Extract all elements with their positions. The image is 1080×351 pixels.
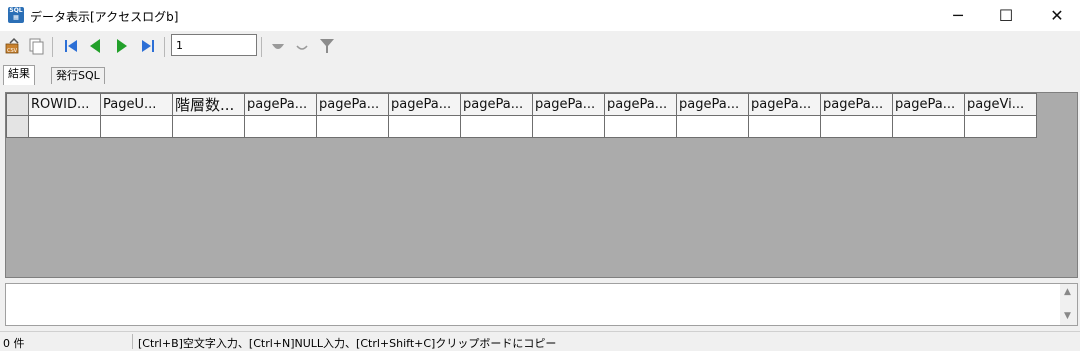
table-cell[interactable] <box>964 115 1037 138</box>
table-cell[interactable] <box>748 115 821 138</box>
scroll-down-icon[interactable]: ▼ <box>1064 311 1071 321</box>
window-title: データ表示[アクセスログb] <box>30 10 179 24</box>
column-header[interactable]: pageVi... <box>964 93 1037 116</box>
table-cell[interactable] <box>460 115 533 138</box>
previous-record-icon[interactable] <box>86 37 104 55</box>
toolbar-separator <box>164 37 165 57</box>
maximize-button[interactable]: ☐ <box>983 0 1029 31</box>
table-cell[interactable] <box>532 115 605 138</box>
shortcut-hint: [Ctrl+B]空文字入力、[Ctrl+N]NULL入力、[Ctrl+Shift… <box>138 337 557 350</box>
toolbar-separator <box>52 37 53 57</box>
row-header-cell[interactable] <box>6 115 29 138</box>
first-record-icon[interactable] <box>62 37 80 55</box>
next-record-icon[interactable] <box>113 37 131 55</box>
column-header[interactable]: pagePa... <box>532 93 605 116</box>
column-header[interactable]: pagePa... <box>748 93 821 116</box>
svg-text:CSV: CSV <box>7 48 18 54</box>
scroll-up-icon[interactable]: ▲ <box>1064 287 1071 297</box>
minimize-button[interactable]: ─ <box>935 0 981 31</box>
tab-issued-sql[interactable]: 発行SQL <box>51 67 105 84</box>
column-header[interactable]: pagePa... <box>316 93 389 116</box>
sort-descending-icon[interactable] <box>293 37 311 55</box>
column-header[interactable]: pagePa... <box>820 93 893 116</box>
table-cell[interactable] <box>244 115 317 138</box>
record-count: 0 件 <box>3 337 25 350</box>
memo-scrollbar[interactable]: ▲ ▼ <box>1060 284 1077 325</box>
grid-corner-cell[interactable] <box>6 93 29 116</box>
toolbar: CSV <box>0 31 1080 62</box>
last-record-icon[interactable] <box>139 37 157 55</box>
header-row: ROWID... PageU... 階層数... pagePa... pageP… <box>6 93 1037 116</box>
table-cell[interactable] <box>172 115 245 138</box>
close-button[interactable]: ✕ <box>1034 0 1080 31</box>
value-memo[interactable]: ▲ ▼ <box>5 283 1078 326</box>
filter-icon[interactable] <box>318 37 336 55</box>
tab-results[interactable]: 結果 <box>3 65 35 85</box>
tab-bar: 結果 発行SQL <box>0 65 1080 85</box>
column-header[interactable]: pagePa... <box>892 93 965 116</box>
title-bar: SQL ▦ データ表示[アクセスログb] ─ ☐ ✕ <box>0 0 1080 31</box>
data-grid[interactable]: ROWID... PageU... 階層数... pagePa... pageP… <box>5 92 1078 278</box>
toolbar-separator <box>261 37 262 57</box>
results-table: ROWID... PageU... 階層数... pagePa... pageP… <box>6 93 1037 138</box>
sort-ascending-icon[interactable] <box>269 37 287 55</box>
table-cell[interactable] <box>388 115 461 138</box>
column-header[interactable]: pagePa... <box>244 93 317 116</box>
column-header[interactable]: pagePa... <box>604 93 677 116</box>
copy-icon[interactable] <box>27 37 45 55</box>
table-row[interactable] <box>6 115 1037 138</box>
record-number-input[interactable] <box>171 34 257 56</box>
table-cell[interactable] <box>892 115 965 138</box>
table-cell[interactable] <box>100 115 173 138</box>
status-separator <box>132 334 133 349</box>
table-cell[interactable] <box>676 115 749 138</box>
column-header[interactable]: PageU... <box>100 93 173 116</box>
sql-app-icon: SQL ▦ <box>8 7 24 23</box>
status-bar: 0 件 [Ctrl+B]空文字入力、[Ctrl+N]NULL入力、[Ctrl+S… <box>0 331 1080 351</box>
column-header[interactable]: pagePa... <box>676 93 749 116</box>
export-csv-icon[interactable]: CSV <box>4 37 22 55</box>
column-header[interactable]: ROWID... <box>28 93 101 116</box>
table-cell[interactable] <box>604 115 677 138</box>
column-header[interactable]: pagePa... <box>460 93 533 116</box>
table-cell[interactable] <box>820 115 893 138</box>
table-cell[interactable] <box>28 115 101 138</box>
column-header[interactable]: pagePa... <box>388 93 461 116</box>
table-cell[interactable] <box>316 115 389 138</box>
column-header[interactable]: 階層数... <box>172 93 245 116</box>
